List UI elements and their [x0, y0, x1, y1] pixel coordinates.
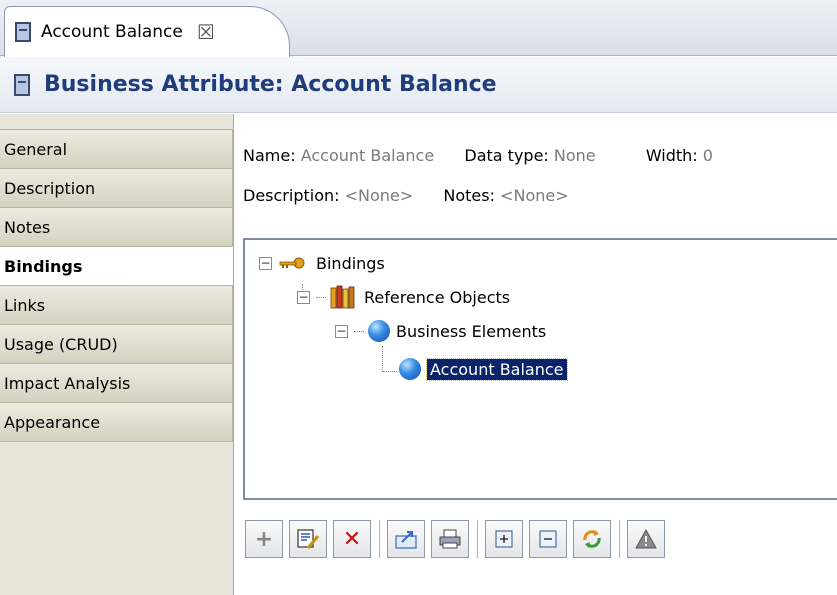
sidebar-item-bindings[interactable]: Bindings	[0, 246, 233, 286]
refresh-button[interactable]	[573, 520, 611, 558]
width-label: Width:	[645, 146, 698, 165]
add-button[interactable]: +	[245, 520, 283, 558]
delete-button[interactable]: ✕	[333, 520, 371, 558]
page-title: Business Attribute: Account Balance	[44, 72, 497, 97]
close-icon[interactable]: ☒	[197, 22, 215, 42]
attribute-icon	[14, 73, 30, 96]
export-icon	[395, 531, 417, 549]
expand-icon	[495, 530, 513, 548]
page-header: Business Attribute: Account Balance	[0, 57, 837, 113]
editor-tab-account-balance[interactable]: Account Balance ☒	[4, 6, 290, 57]
tree-connector	[354, 330, 364, 332]
sidebar-item-notes[interactable]: Notes	[0, 207, 233, 247]
tree-label-reference-objects: Reference Objects	[364, 287, 511, 307]
warning-button[interactable]	[627, 520, 665, 558]
name-label: Name:	[243, 146, 296, 165]
tree-node-business-elements[interactable]: − Business Elements	[335, 316, 546, 346]
toolbar-separator	[619, 520, 621, 558]
refresh-icon	[583, 530, 601, 548]
bindings-icon	[279, 257, 305, 269]
print-icon	[439, 529, 461, 549]
tree-connector	[316, 296, 326, 298]
expand-all-button[interactable]	[485, 520, 523, 558]
toolbar-separator	[379, 520, 381, 558]
tree-label-account-balance: Account Balance	[426, 357, 568, 381]
editor-tab-strip: Account Balance ☒	[0, 0, 837, 57]
tree-connector	[382, 346, 383, 372]
tree-label-bindings: Bindings	[316, 253, 385, 273]
add-icon: +	[254, 526, 274, 552]
collapse-toggle[interactable]: −	[297, 290, 310, 304]
sidebar-item-usage-crud[interactable]: Usage (CRUD)	[0, 324, 233, 364]
sidebar-item-impact-analysis[interactable]: Impact Analysis	[0, 363, 233, 403]
print-button[interactable]	[431, 520, 469, 558]
description-label: Description:	[243, 186, 340, 205]
description-value: <None>	[344, 186, 414, 205]
tree-node-account-balance[interactable]: Account Balance	[399, 354, 568, 384]
name-value: Account Balance	[300, 146, 435, 165]
edit-icon	[297, 529, 320, 549]
sidebar-item-links[interactable]: Links	[0, 285, 233, 325]
notes-value: <None>	[500, 186, 569, 205]
business-element-icon	[368, 320, 390, 342]
toolbar-separator	[477, 520, 479, 558]
properties-summary: Name: Account Balance Data type: None Wi…	[243, 146, 713, 214]
sidebar-item-appearance[interactable]: Appearance	[0, 402, 233, 442]
bindings-toolbar: + ✕	[245, 514, 671, 564]
sidebar-item-description[interactable]: Description	[0, 168, 233, 208]
notes-label: Notes:	[443, 186, 495, 205]
books-icon	[330, 285, 355, 309]
tab-label: Account Balance	[41, 22, 183, 42]
tree-node-bindings[interactable]: − Bindings	[259, 248, 385, 278]
bindings-tree[interactable]: − Bindings − Reference Objects − Busines…	[243, 238, 837, 500]
section-sidebar: General Description Notes Bindings Links…	[0, 114, 234, 595]
datatype-value: None	[553, 146, 596, 165]
edit-button[interactable]	[289, 520, 327, 558]
sidebar-item-general[interactable]: General	[0, 129, 233, 169]
tree-label-business-elements: Business Elements	[396, 321, 547, 341]
delete-icon: ✕	[342, 526, 362, 552]
bindings-panel: Name: Account Balance Data type: None Wi…	[235, 114, 837, 595]
attribute-icon	[15, 22, 31, 42]
collapse-all-button[interactable]	[529, 520, 567, 558]
collapse-toggle[interactable]: −	[259, 256, 272, 270]
warning-icon	[635, 528, 657, 549]
business-element-icon	[399, 358, 421, 380]
tree-node-reference-objects[interactable]: − Reference Objects	[297, 282, 510, 312]
collapse-toggle[interactable]: −	[335, 324, 348, 338]
export-button[interactable]	[387, 520, 425, 558]
width-value: 0	[702, 146, 713, 165]
collapse-icon	[539, 530, 557, 548]
datatype-label: Data type:	[464, 146, 549, 165]
tree-connector	[383, 371, 397, 372]
